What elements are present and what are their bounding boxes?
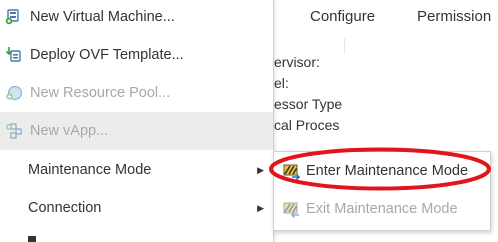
menu-item-maintenance-mode[interactable]: Maintenance Mode ▶ bbox=[0, 151, 273, 189]
property-model-label: el: bbox=[274, 75, 289, 91]
menu-item-label: Connection bbox=[28, 200, 102, 216]
menu-item-label: Maintenance Mode bbox=[28, 162, 152, 178]
menu-item-label: Deploy OVF Template... bbox=[30, 47, 184, 63]
menu-item-label: New Virtual Machine... bbox=[30, 9, 175, 25]
panel-divider bbox=[344, 38, 345, 54]
property-hypervisor-label: ervisor: bbox=[274, 54, 320, 70]
menu-item-new-virtual-machine[interactable]: New Virtual Machine... bbox=[0, 0, 273, 36]
enter-maintenance-icon bbox=[283, 162, 301, 181]
property-logical-processors-label: cal Proces bbox=[274, 117, 340, 133]
host-properties: ervisor: el: essor Type cal Proces bbox=[274, 52, 342, 136]
menu-item-label: New Resource Pool... bbox=[30, 85, 171, 101]
property-processor-type-label: essor Type bbox=[274, 96, 343, 112]
next-menu-item-icon bbox=[28, 236, 36, 242]
menu-item-deploy-ovf-template[interactable]: Deploy OVF Template... bbox=[0, 36, 273, 74]
menu-item-connection[interactable]: Connection ▶ bbox=[0, 189, 273, 227]
submenu-item-label: Enter Maintenance Mode bbox=[306, 163, 469, 179]
menu-item-label: New vApp... bbox=[30, 123, 109, 139]
submenu-item-enter-maintenance-mode[interactable]: Enter Maintenance Mode bbox=[274, 152, 490, 190]
menu-item-new-resource-pool[interactable]: New Resource Pool... bbox=[0, 74, 273, 112]
menu-item-new-vapp[interactable]: New vApp... bbox=[0, 112, 273, 150]
tab-permissions[interactable]: Permission bbox=[417, 8, 491, 25]
maintenance-mode-submenu: Enter Maintenance Mode Exit Maintenance … bbox=[273, 151, 491, 231]
resource-pool-icon bbox=[5, 84, 23, 102]
deploy-ovf-icon bbox=[5, 46, 23, 64]
submenu-item-exit-maintenance-mode[interactable]: Exit Maintenance Mode bbox=[274, 190, 490, 228]
submenu-item-label: Exit Maintenance Mode bbox=[306, 201, 458, 217]
exit-maintenance-icon bbox=[283, 200, 301, 219]
submenu-arrow-icon: ▶ bbox=[257, 164, 264, 175]
new-vm-icon bbox=[5, 8, 23, 26]
object-tab-bar: Configure Permission bbox=[274, 0, 498, 39]
tab-configure[interactable]: Configure bbox=[310, 8, 375, 25]
host-context-menu: New Virtual Machine... Deploy OVF Templa… bbox=[0, 0, 274, 242]
submenu-arrow-icon: ▶ bbox=[257, 202, 264, 213]
vapp-icon bbox=[5, 122, 23, 140]
